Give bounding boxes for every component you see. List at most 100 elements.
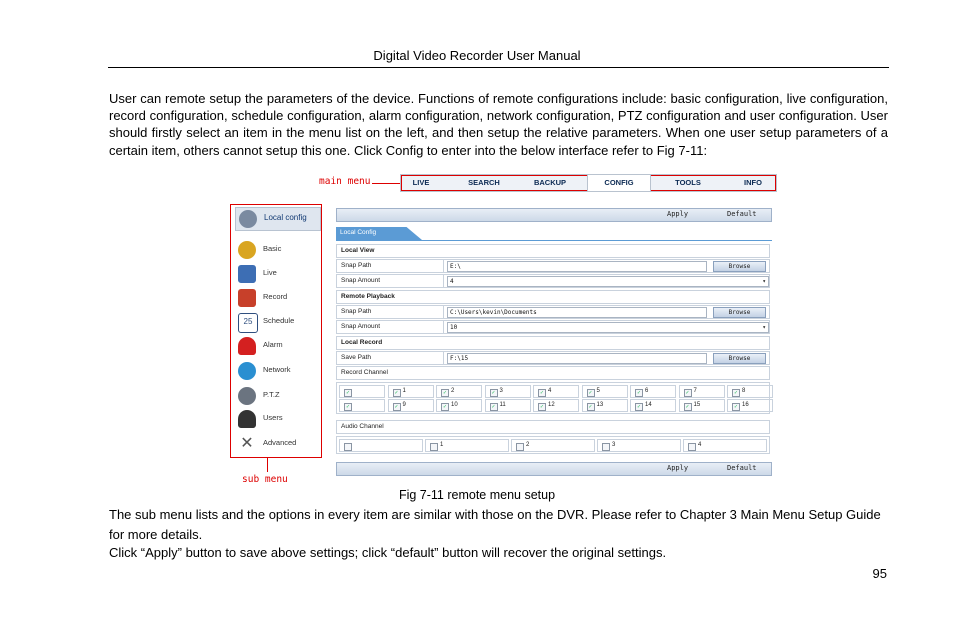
sidebar-item-alarm[interactable]: Alarm [235, 335, 319, 357]
channel-checkbox[interactable]: ✓ [586, 389, 595, 397]
channel-checkbox[interactable]: ✓ [683, 389, 692, 397]
field-label: Snap Amount [341, 277, 381, 284]
channel-cell: 3 [597, 439, 681, 452]
sidebar-item-label: Basic [263, 244, 282, 253]
sidebar-item-users[interactable]: Users [235, 408, 319, 430]
main-menu-annotation-line [372, 183, 400, 184]
channel-checkbox[interactable]: ✓ [635, 389, 643, 397]
tab-info[interactable]: INFO [731, 175, 775, 191]
channel-checkbox[interactable]: ✓ [441, 403, 449, 411]
section-label: Local Record [341, 339, 383, 346]
tab-live[interactable]: LIVE [403, 175, 439, 191]
alarm-icon [238, 337, 256, 355]
tab-local-config-label: Local Config [340, 229, 377, 236]
channel-checkbox[interactable]: ✓ [344, 389, 352, 397]
channel-cell: ✓ [339, 385, 385, 398]
tab-local-config[interactable]: Local Config [336, 227, 422, 240]
body-paragraph-1: The sub menu lists and the options in ev… [109, 507, 881, 542]
browse-button[interactable]: Browse [713, 307, 766, 318]
sidebar-item-label: Network [263, 365, 291, 374]
default-button-top[interactable]: Default [727, 210, 757, 218]
rp-snap-path-input[interactable]: C:\Users\kevin\Documents [447, 307, 707, 318]
row-snap-path: Snap Path E:\ Browse [336, 259, 770, 273]
channel-label: 3 [499, 388, 503, 394]
default-button-bottom[interactable]: Default [727, 464, 757, 472]
sidebar-item-basic[interactable]: Basic [235, 239, 319, 261]
sidebar-item-record[interactable]: Record [235, 287, 319, 309]
tab-backup[interactable]: BACKUP [525, 175, 575, 191]
sidebar-item-label: P.T.Z [263, 390, 280, 399]
browse-button[interactable]: Browse [713, 261, 766, 272]
sub-menu-annotation-line [267, 458, 268, 472]
main-menu-annotation: main menu [319, 176, 371, 187]
sub-menu-sidebar: Local config Basic Live Record 25 Schedu… [230, 204, 322, 458]
channel-checkbox[interactable]: ✓ [538, 403, 546, 411]
row-rp-snap-amount: Snap Amount 10 [336, 320, 770, 334]
tab-search[interactable]: SEARCH [461, 175, 507, 191]
channel-checkbox[interactable] [516, 443, 524, 451]
channel-label: 9 [402, 402, 406, 408]
body-paragraph-2: Click “Apply” button to save above setti… [109, 545, 667, 560]
channel-label: 14 [645, 402, 652, 408]
snap-amount-select[interactable]: 4 [447, 276, 769, 287]
channel-label: 7 [693, 388, 697, 394]
channel-checkbox[interactable]: ✓ [392, 389, 401, 397]
sidebar-item-label: Advanced [263, 438, 297, 447]
sidebar-item-schedule[interactable]: 25 Schedule [235, 311, 319, 333]
channel-cell: ✓ [339, 399, 385, 412]
field-label: Snap Amount [341, 323, 381, 330]
channel-checkbox[interactable]: ✓ [344, 403, 352, 411]
row-rp-snap-path: Snap Path C:\Users\kevin\Documents Brows… [336, 305, 770, 319]
row-record-channel: Record Channel [336, 366, 770, 380]
channel-checkbox[interactable]: ✓ [392, 403, 401, 411]
sidebar-item-advanced[interactable]: ✕ Advanced [235, 433, 319, 455]
sidebar-item-live[interactable]: Live [235, 263, 319, 285]
tab-underline [336, 240, 772, 241]
channel-cell: 2 [511, 439, 595, 452]
channel-checkbox[interactable] [344, 443, 352, 451]
sidebar-item-label: Users [263, 413, 283, 422]
record-channel-grid: ✓ ✓ 1 ✓ 2 ✓ 3 ✓ 4 ✓ 5 ✓ 6 ✓ 7 ✓ 8 ✓ ✓ 9 ✓ 10 ✓ 11 ✓ 12 ✓ 13 ✓ 14 ✓ 15 ✓ 1… [336, 382, 773, 414]
channel-label: 6 [645, 388, 649, 394]
channel-checkbox[interactable]: ✓ [683, 403, 692, 411]
users-icon [238, 410, 256, 428]
channel-checkbox[interactable] [688, 443, 696, 451]
channel-checkbox[interactable]: ✓ [732, 389, 740, 397]
snap-path-input[interactable]: E:\ [447, 261, 707, 272]
apply-button-bottom[interactable]: Apply [667, 464, 688, 472]
save-path-input[interactable]: F:\15 [447, 353, 707, 364]
channel-checkbox[interactable]: ✓ [732, 403, 740, 411]
field-label: Snap Path [341, 308, 372, 315]
channel-checkbox[interactable]: ✓ [489, 403, 498, 411]
sidebar-item-network[interactable]: Network [235, 360, 319, 382]
intro-paragraph: User can remote setup the parameters of … [109, 91, 888, 158]
browse-button[interactable]: Browse [713, 353, 766, 364]
globe-icon [238, 362, 256, 380]
channel-label: 15 [693, 402, 701, 408]
section-label: Remote Playback [341, 293, 395, 300]
channel-checkbox[interactable] [430, 443, 438, 451]
sidebar-item-ptz[interactable]: P.T.Z [235, 385, 319, 407]
channel-cell: ✓ 16 [727, 399, 773, 412]
channel-checkbox[interactable]: ✓ [635, 403, 643, 411]
channel-checkbox[interactable] [602, 443, 610, 451]
rp-snap-amount-select[interactable]: 10 [447, 322, 769, 333]
channel-cell: ✓ 1 [387, 385, 434, 398]
tab-tools[interactable]: TOOLS [663, 175, 713, 191]
channel-label: 1 [402, 388, 406, 394]
channel-cell: ✓ 10 [436, 399, 482, 412]
channel-checkbox[interactable]: ✓ [538, 389, 546, 397]
sidebar-item-label: Schedule [263, 316, 295, 325]
channel-checkbox[interactable]: ✓ [586, 403, 595, 411]
apply-button-top[interactable]: Apply [667, 210, 688, 218]
channel-label: 8 [742, 388, 746, 394]
tab-config[interactable]: CONFIG [587, 175, 651, 191]
page-header-title: Digital Video Recorder User Manual [373, 48, 581, 63]
figure-caption: Fig 7-11 remote menu setup [398, 488, 556, 502]
sidebar-item-local-config[interactable]: Local config [235, 207, 321, 231]
field-label: Audio Channel [341, 423, 384, 430]
channel-label: 4 [698, 442, 702, 448]
channel-checkbox[interactable]: ✓ [441, 389, 449, 397]
channel-cell: ✓ 14 [630, 399, 676, 412]
channel-checkbox[interactable]: ✓ [489, 389, 498, 397]
